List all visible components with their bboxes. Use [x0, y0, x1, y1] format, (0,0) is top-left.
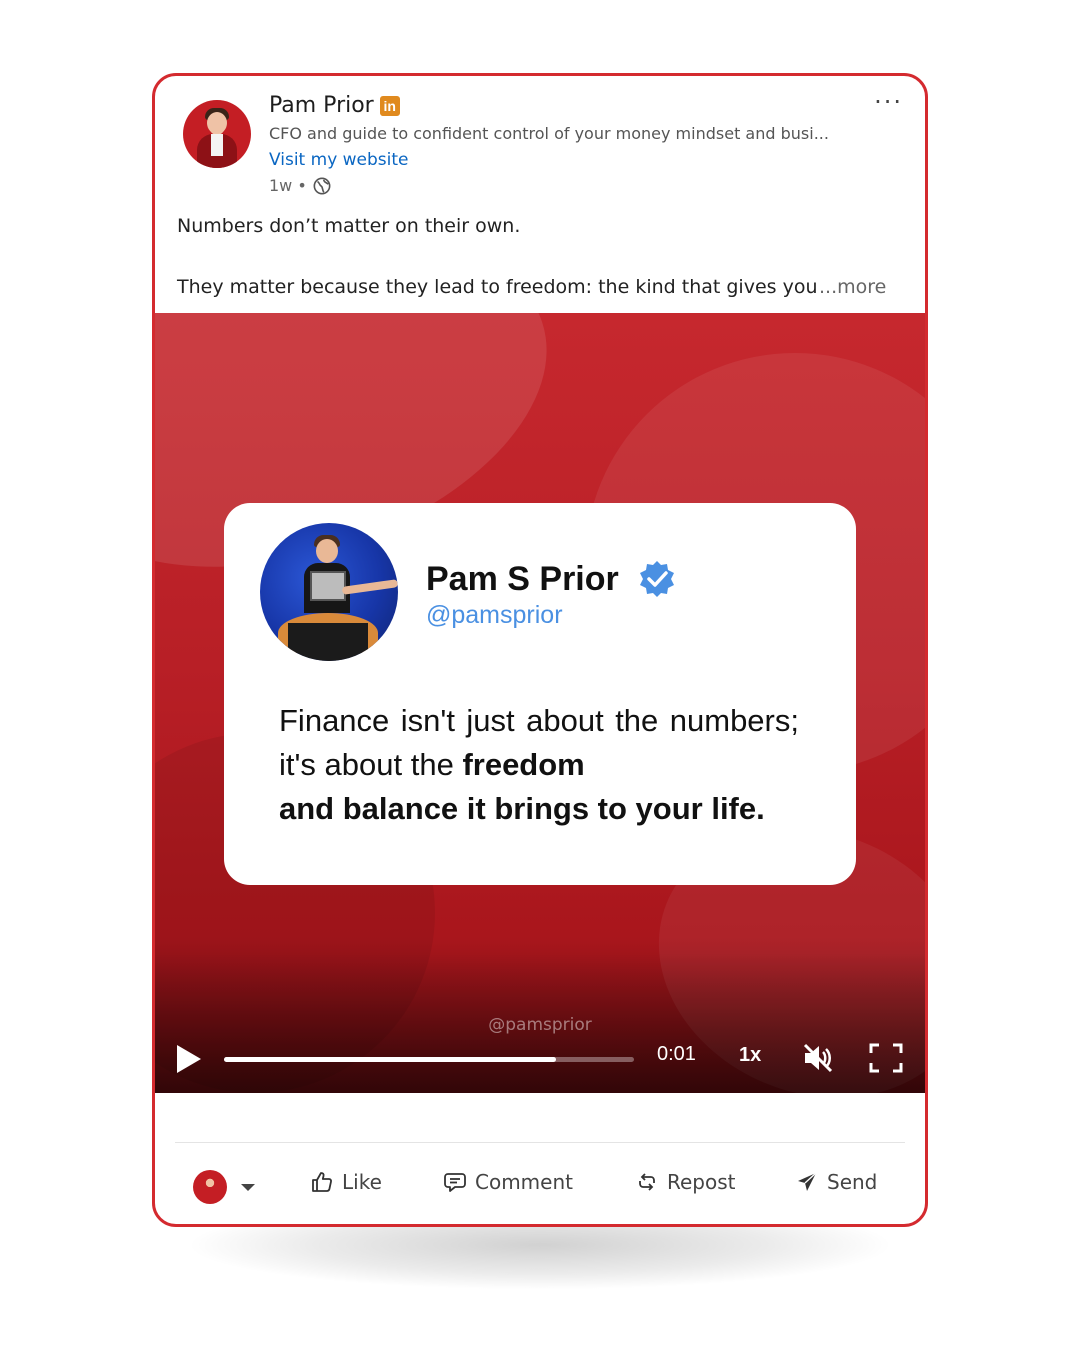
fullscreen-icon[interactable] [869, 1043, 903, 1073]
repost-button[interactable]: Repost [635, 1170, 736, 1194]
comment-label: Comment [475, 1170, 573, 1194]
playback-speed-button[interactable]: 1x [739, 1044, 761, 1067]
quote-text-last: and balance it brings to your life. [279, 791, 765, 826]
post-text-line-2: They matter because they lead to freedom… [177, 276, 818, 298]
video-player[interactable]: Pam S Prior @pamsprior Finance isn't jus… [155, 313, 925, 1093]
quote-card: Pam S Prior @pamsprior Finance isn't jus… [224, 503, 856, 885]
muted-speaker-icon[interactable] [801, 1041, 835, 1075]
post-time: 1w • [269, 176, 307, 195]
visit-website-link[interactable]: Visit my website [269, 150, 409, 170]
play-icon[interactable] [177, 1045, 201, 1073]
post-text-line-1: Numbers don’t matter on their own. [177, 215, 521, 237]
quote-author-name: Pam S Prior [426, 559, 677, 599]
send-icon [798, 1172, 817, 1191]
author-name-text[interactable]: Pam Prior [269, 93, 374, 118]
globe-icon [313, 177, 331, 194]
send-label: Send [827, 1170, 878, 1194]
like-label: Like [342, 1170, 382, 1194]
quote-avatar [260, 523, 398, 661]
quote-author-handle: @pamsprior [426, 601, 563, 629]
progress-bar[interactable] [224, 1057, 634, 1062]
repost-icon [639, 1173, 655, 1191]
author-name[interactable]: Pam Prior in [269, 93, 400, 118]
chevron-down-icon[interactable] [241, 1184, 255, 1191]
comment-button[interactable]: Comment [443, 1170, 573, 1194]
post-meta: 1w • [269, 176, 331, 195]
quote-text: Finance isn't just about the numbers; it… [279, 699, 799, 831]
quote-author-name-text: Pam S Prior [426, 559, 619, 598]
more-options-icon[interactable]: ··· [874, 88, 903, 116]
progress-bar-fill [224, 1057, 557, 1062]
quote-text-bold: freedom [462, 747, 585, 782]
send-button[interactable]: Send [795, 1170, 877, 1194]
verified-badge-icon [639, 561, 674, 597]
author-headline: CFO and guide to confident control of yo… [269, 124, 829, 143]
comment-icon [444, 1173, 466, 1192]
author-avatar[interactable] [183, 100, 251, 168]
actions-divider [175, 1142, 905, 1143]
linkedin-badge-icon: in [379, 95, 400, 116]
video-watermark: @pamsprior [488, 1015, 592, 1035]
thumbs-up-icon [312, 1172, 332, 1192]
see-more-link[interactable]: ...more [819, 276, 886, 298]
linkedin-post-card: Pam Prior in CFO and guide to confident … [152, 73, 928, 1227]
like-button[interactable]: Like [310, 1170, 382, 1194]
repost-label: Repost [667, 1170, 736, 1194]
video-time: 0:01 [657, 1043, 696, 1065]
reacting-as-avatar[interactable] [193, 1170, 227, 1204]
post-actions-bar: Like Comment Repost Send [155, 1164, 925, 1210]
video-controls: 0:01 1x [155, 1033, 925, 1083]
